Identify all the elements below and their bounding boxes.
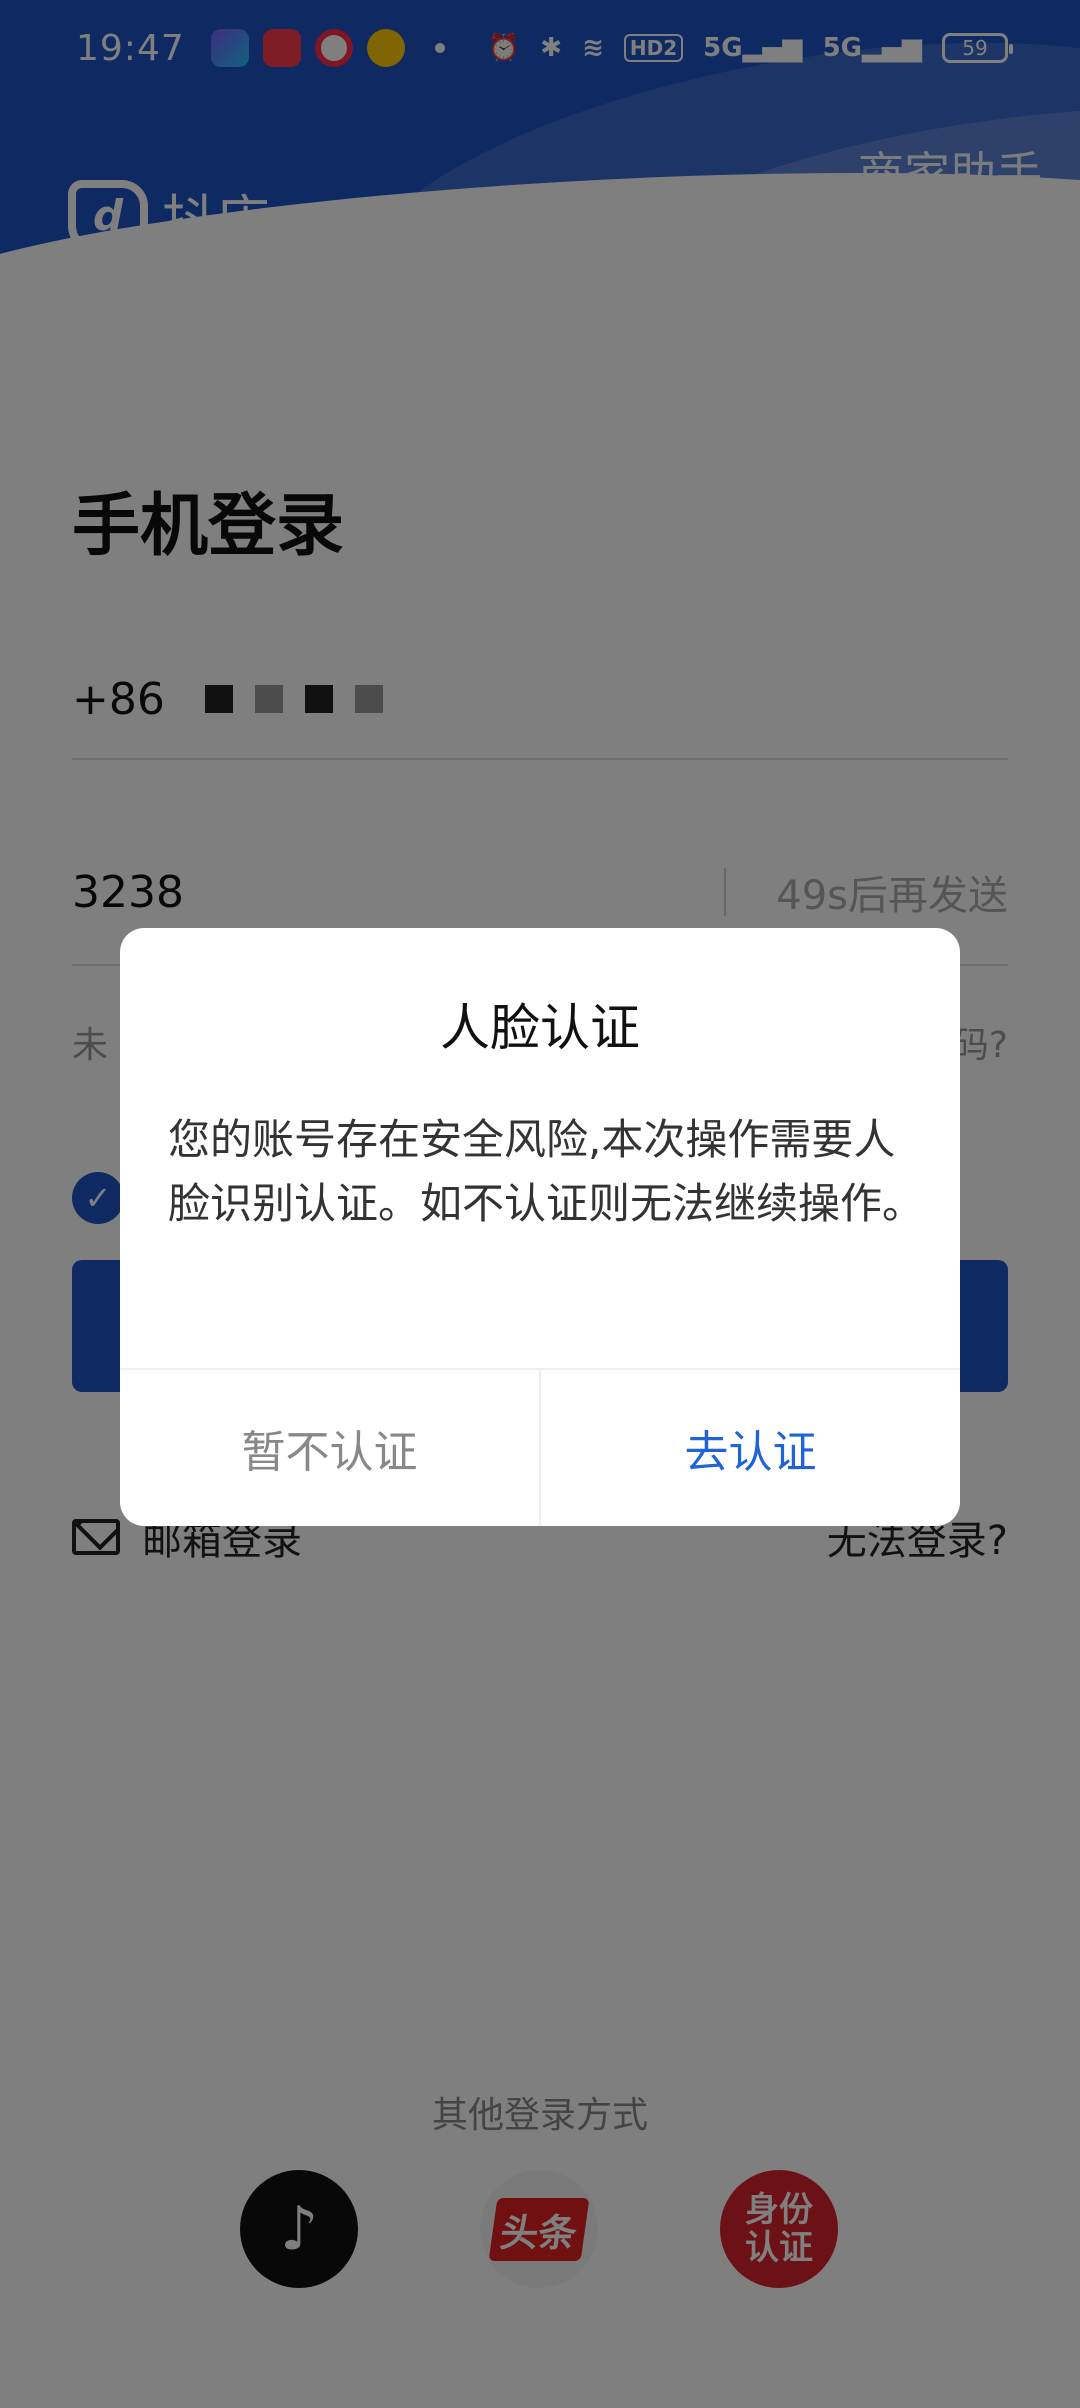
dialog-title: 人脸认证 [440,999,640,1057]
face-verification-dialog: 人脸认证 您的账号存在安全风险,本次操作需要人脸识别认证。如不认证则无法继续操作… [120,928,960,1526]
dialog-message: 您的账号存在安全风险,本次操作需要人脸识别认证。如不认证则无法继续操作。 [168,1115,925,1228]
dialog-actions: 暂不认证 去认证 [120,1368,960,1526]
skip-verification-button[interactable]: 暂不认证 [120,1370,541,1526]
go-verify-button[interactable]: 去认证 [541,1370,960,1526]
